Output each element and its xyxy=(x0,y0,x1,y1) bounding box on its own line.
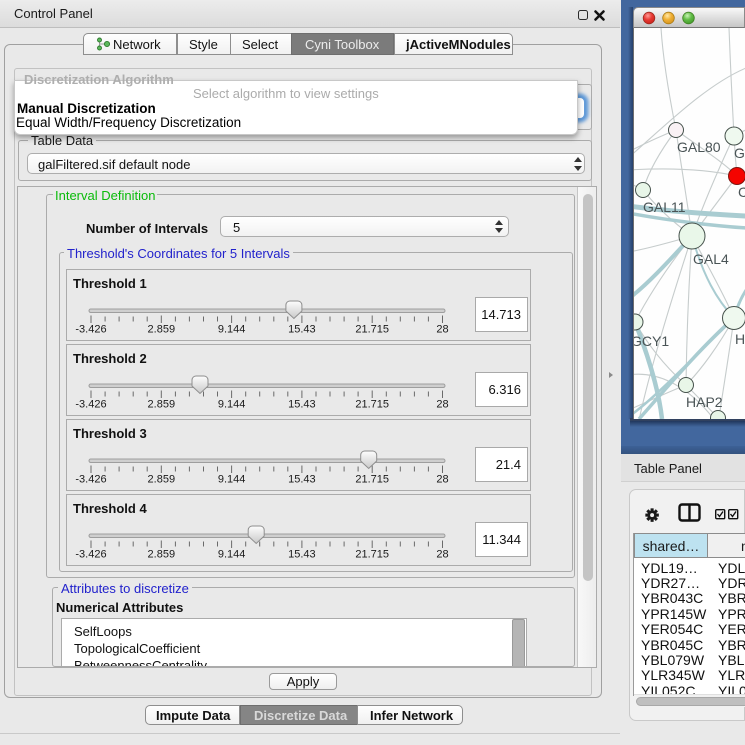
svg-text:-3.426: -3.426 xyxy=(75,474,106,486)
svg-text:GAL80: GAL80 xyxy=(677,139,721,155)
svg-text:2.859: 2.859 xyxy=(148,549,176,561)
svg-text:9.144: 9.144 xyxy=(218,399,246,411)
svg-text:HAP2: HAP2 xyxy=(686,394,723,410)
svg-text:GAL11: GAL11 xyxy=(643,199,686,215)
svg-text:28: 28 xyxy=(436,549,448,561)
svg-text:GCY1: GCY1 xyxy=(634,333,669,349)
svg-text:21.715: 21.715 xyxy=(355,399,389,411)
svg-text:-3.426: -3.426 xyxy=(75,399,106,411)
svg-text:9.144: 9.144 xyxy=(218,474,246,486)
svg-text:2.859: 2.859 xyxy=(148,474,176,486)
svg-text:2.859: 2.859 xyxy=(148,324,176,336)
svg-text:21.715: 21.715 xyxy=(355,324,389,336)
svg-text:-3.426: -3.426 xyxy=(75,324,106,336)
svg-text:H: H xyxy=(735,331,745,347)
svg-text:15.43: 15.43 xyxy=(288,324,316,336)
svg-text:15.43: 15.43 xyxy=(288,399,316,411)
svg-text:15.43: 15.43 xyxy=(288,549,316,561)
svg-text:15.43: 15.43 xyxy=(288,474,316,486)
svg-text:21.715: 21.715 xyxy=(355,549,389,561)
svg-text:9.144: 9.144 xyxy=(218,549,246,561)
svg-text:28: 28 xyxy=(436,474,448,486)
svg-text:2.859: 2.859 xyxy=(148,399,176,411)
svg-text:GAL4: GAL4 xyxy=(693,251,729,267)
svg-text:28: 28 xyxy=(436,399,448,411)
svg-text:C: C xyxy=(738,184,745,200)
svg-text:-3.426: -3.426 xyxy=(75,549,106,561)
svg-text:28: 28 xyxy=(436,324,448,336)
svg-text:9.144: 9.144 xyxy=(218,324,246,336)
svg-text:GA: GA xyxy=(734,145,745,161)
svg-text:21.715: 21.715 xyxy=(355,474,389,486)
